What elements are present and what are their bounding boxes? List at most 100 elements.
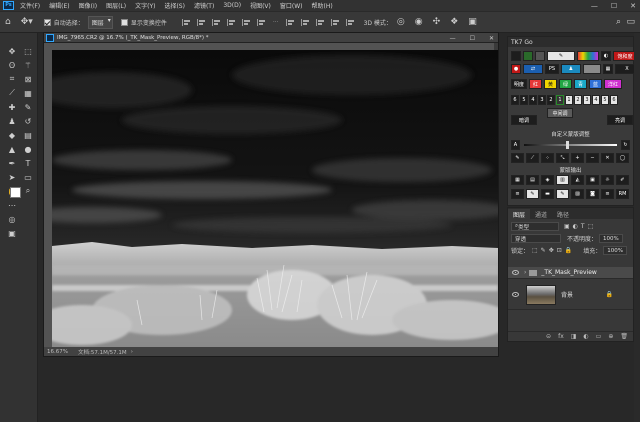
opacity-input[interactable]: 100% [599,234,623,243]
tk-mask-icon[interactable]: ◐ [601,51,611,61]
tk-out-brush[interactable]: ✎ [526,189,539,199]
menu-image[interactable]: 图像(I) [79,1,97,10]
tk-num-6[interactable]: 6 [511,95,519,105]
blur-icon[interactable]: ▲ [6,143,18,155]
menu-select[interactable]: 选择(S) [164,1,185,10]
tk-out-table[interactable]: ▥ [556,175,569,185]
tk-magenta-button[interactable]: 洋红 [604,79,622,89]
tk-slider-handle[interactable] [566,141,569,149]
tk-yellow-button[interactable]: 黄 [544,79,557,89]
tk-red-dot-button[interactable]: ● [511,64,521,74]
tk-tool-circle[interactable]: ◯ [616,153,629,163]
distribute-right-icon[interactable] [315,18,325,26]
menu-help[interactable]: 帮助(H) [312,1,333,10]
distribute-middle-icon[interactable] [345,18,355,26]
image-canvas[interactable] [52,50,498,348]
quick-mask-icon[interactable]: ◎ [6,213,18,225]
home-icon[interactable]: ⌂ [5,17,11,27]
close-button[interactable]: ✕ [630,2,636,10]
align-right-icon[interactable] [211,18,221,26]
brush-icon[interactable]: ✎ [22,101,34,113]
zoom-tool-icon[interactable]: ⌕ [22,185,34,197]
align-top-icon[interactable] [226,18,236,26]
magic-wand-icon[interactable]: ⚚ [22,59,34,71]
tk-out-paint[interactable]: ✐ [616,175,629,185]
tk-tool-arrows[interactable]: ⤡ [556,153,569,163]
tab-paths[interactable]: 路径 [552,209,574,219]
dodge-icon[interactable]: ● [22,143,34,155]
tk-green-button[interactable] [523,51,533,61]
filter-icons[interactable]: ▣◐T⬚ [564,223,596,230]
folder-icon[interactable]: ▭ [596,333,602,340]
tk-blue-button[interactable]: 蓝 [589,79,602,89]
auto-select-target-dropdown[interactable]: 图层 [87,15,113,29]
minimize-button[interactable]: — [591,2,598,10]
lasso-tool-icon[interactable]: ʘ [6,59,18,71]
new-layer-icon[interactable]: ⊕ [608,333,613,340]
expand-arrow-icon[interactable]: › [524,269,526,276]
show-transform-checkbox[interactable] [120,18,128,26]
tk-color-icon[interactable] [577,51,599,61]
doc-close-button[interactable]: ✕ [489,35,494,42]
tk-cyan-button[interactable]: 青 [574,79,587,89]
status-arrow-icon[interactable]: › [131,349,133,355]
more-tools-icon[interactable]: ⋯ [6,199,18,211]
tk-num-4b[interactable]: 4 [592,95,600,105]
tk-gradient-button[interactable] [583,64,601,74]
trash-icon[interactable]: 🗑 [620,333,628,340]
more-options-icon[interactable]: ··· [273,19,279,26]
3d-orbit-icon[interactable]: ◎ [397,17,405,27]
layer-name[interactable]: _TK_Mask_Preview [541,269,596,276]
tk-shadows-button[interactable]: 暗调 [511,115,537,125]
history-brush-icon[interactable]: ↺ [22,115,34,127]
tk-out-adjust[interactable]: ▤ [526,175,539,185]
screen-mode-icon[interactable]: ▣ [6,227,18,239]
3d-roll-icon[interactable]: ◉ [415,17,423,27]
tk-out-menu2[interactable]: ≡ [601,189,614,199]
layer-name[interactable]: 背景 [561,290,573,299]
layer-row-group[interactable]: › _TK_Mask_Preview [508,267,633,279]
align-bottom-icon[interactable] [256,18,266,26]
tk-out-brush2[interactable]: ✎ [556,189,569,199]
move-tool-icon[interactable]: ✥▾ [21,17,33,27]
doc-minimize-button[interactable]: — [450,35,456,42]
maximize-button[interactable]: ☐ [611,2,617,10]
tk-out-camera[interactable]: ◙ [586,189,599,199]
tk-num-3[interactable]: 3 [538,95,546,105]
ruler-icon[interactable]: ▦ [22,87,34,99]
menu-filter[interactable]: 滤镜(T) [194,1,214,10]
tk-num-2b[interactable]: 2 [574,95,582,105]
path-select-icon[interactable]: ➤ [6,171,18,183]
document-title[interactable]: IMG_7965.CR2 @ 16.7% (_TK_Mask_Preview, … [57,35,209,41]
3d-pan-icon[interactable]: ✣ [433,17,441,27]
tk-tool-plus[interactable]: + [571,153,584,163]
fill-input[interactable]: 100% [603,246,627,255]
distribute-center-icon[interactable] [300,18,310,26]
pen-icon[interactable]: ✒ [6,157,18,169]
tk-tool-brush[interactable]: ✎ [511,153,524,163]
tk-num-5b[interactable]: 5 [601,95,609,105]
menu-edit[interactable]: 编辑(E) [49,1,69,10]
tk-a-button[interactable]: A [511,140,520,150]
tk-dark-button[interactable] [511,51,521,61]
tk-out-menu[interactable]: ≡ [511,189,524,199]
menu-file[interactable]: 文件(F) [20,1,40,10]
tk-num-5[interactable]: 5 [520,95,528,105]
stamp-icon[interactable]: ♟ [6,115,18,127]
eraser-icon[interactable]: ◆ [6,129,18,141]
healing-brush-icon[interactable]: ✚ [6,101,18,113]
link-icon[interactable]: ⊝ [546,333,551,340]
tk-green-color-button[interactable]: 绿 [559,79,572,89]
tk-lum-button[interactable]: 明度 [511,79,527,89]
menu-3d[interactable]: 3D(D) [223,2,241,9]
3d-scale-icon[interactable]: ▣ [468,17,477,27]
tk-out-photo[interactable]: ▣ [586,175,599,185]
tk-red-button[interactable]: 红 [529,79,542,89]
tk-out-levels[interactable]: ◭ [571,175,584,185]
eyedropper-icon[interactable]: ⟋ [6,87,18,99]
tk-num-1b[interactable]: 1 [565,95,573,105]
blend-mode-dropdown[interactable]: 穿透 [511,234,561,243]
lock-icons[interactable]: ⬚✎✥⊡🔒 [532,247,575,254]
zoom-level[interactable]: 16.67% [47,349,68,355]
menu-window[interactable]: 窗口(W) [280,1,303,10]
